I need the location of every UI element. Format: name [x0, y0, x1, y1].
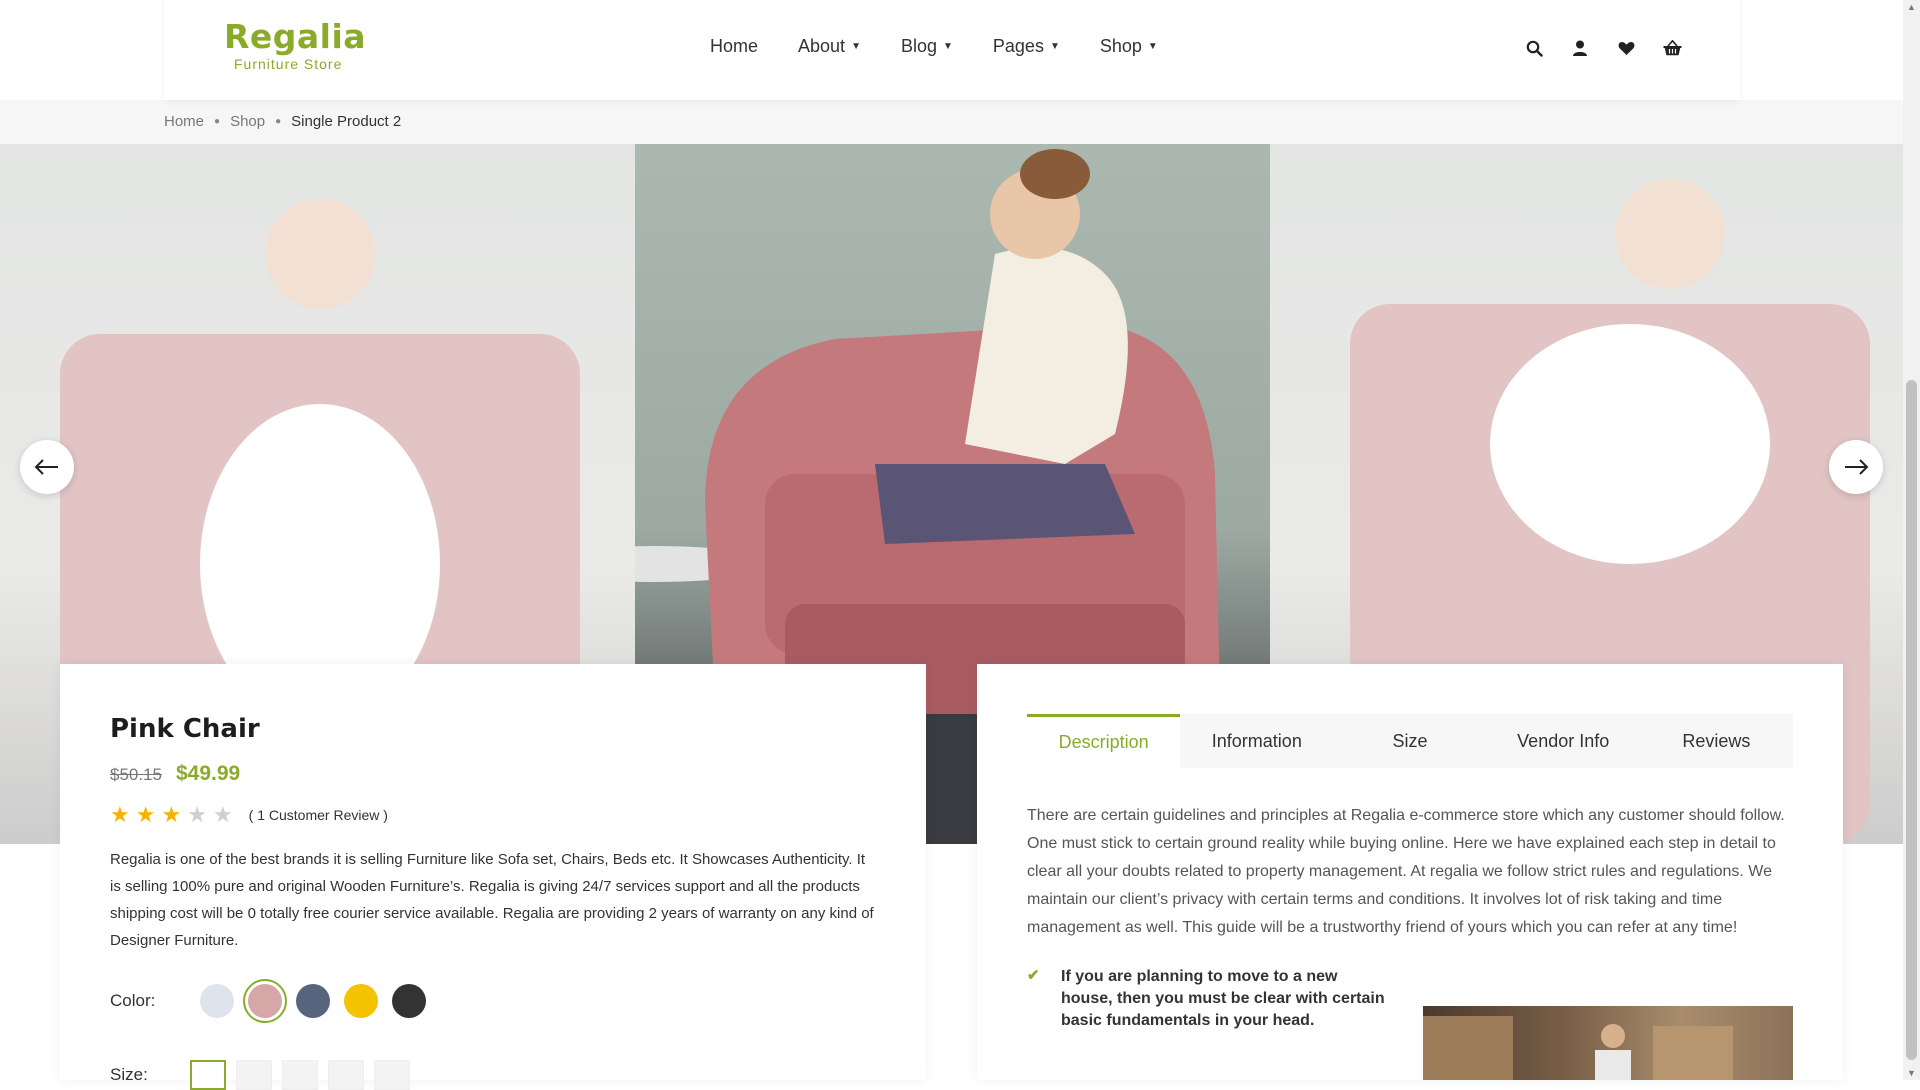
- description-text: There are certain guidelines and princip…: [1027, 807, 1785, 936]
- gallery-prev-button[interactable]: [20, 440, 74, 494]
- search-icon[interactable]: [1524, 38, 1544, 58]
- gallery-next-button[interactable]: [1829, 440, 1883, 494]
- color-swatches: [200, 979, 426, 1023]
- arrow-left-icon: [34, 459, 58, 475]
- tab-size[interactable]: Size: [1333, 714, 1486, 768]
- size-option[interactable]: [190, 1060, 226, 1090]
- scroll-up-icon[interactable]: ▲: [1907, 2, 1916, 12]
- site-header: Regalia Furniture Store Home About ▼ Blog…: [164, 0, 1740, 100]
- logo[interactable]: Regalia Furniture Store: [224, 17, 367, 73]
- price-row: $50.15 $49.99: [110, 762, 876, 786]
- breadcrumb-shop[interactable]: Shop: [230, 113, 265, 130]
- product-title: Pink Chair: [110, 714, 260, 744]
- rating-row: ★ ★ ★ ★ ★ ( 1 Customer Review ): [110, 804, 876, 826]
- nav-home[interactable]: Home: [710, 36, 758, 57]
- header-icons: [1524, 38, 1682, 58]
- breadcrumb: Home ● Shop ● Single Product 2: [164, 113, 401, 130]
- nav-blog[interactable]: Blog ▼: [901, 36, 953, 57]
- check-icon: ✔: [1027, 967, 1040, 984]
- breadcrumb-separator: ●: [275, 116, 282, 127]
- chevron-down-icon: ▼: [851, 41, 861, 52]
- page-scrollbar[interactable]: ▲ ▼: [1903, 0, 1920, 1080]
- star-icon: ★: [135, 802, 156, 827]
- product-tabs: Description Information Size Vendor Info…: [1027, 714, 1793, 768]
- star-icon: ★: [187, 802, 207, 827]
- star-icon: ★: [161, 802, 182, 827]
- product-description: Regalia is one of the best brands it is …: [110, 851, 874, 949]
- basket-icon[interactable]: [1662, 38, 1682, 58]
- moving-guide-image: [1423, 1006, 1793, 1080]
- nav-pages[interactable]: Pages ▼: [993, 36, 1060, 57]
- scroll-down-icon[interactable]: ▼: [1907, 1068, 1916, 1078]
- breadcrumb-current: Single Product 2: [291, 113, 402, 130]
- tab-vendor-info[interactable]: Vendor Info: [1487, 714, 1640, 768]
- main-nav: Home About ▼ Blog ▼ Pages ▼ Shop ▼: [710, 36, 1158, 57]
- star-icon: ★: [110, 802, 130, 827]
- review-count-link[interactable]: ( 1 Customer Review ): [249, 807, 388, 823]
- tab-description[interactable]: Description: [1027, 714, 1181, 768]
- color-swatch[interactable]: [344, 984, 378, 1018]
- logo-tagline: Furniture Store: [234, 56, 343, 72]
- scrollbar-thumb[interactable]: [1906, 380, 1917, 1060]
- product-tabs-card: Description Information Size Vendor Info…: [977, 664, 1843, 1080]
- color-swatch[interactable]: [392, 984, 426, 1018]
- heart-icon[interactable]: [1616, 38, 1636, 58]
- size-selector: Size:: [110, 1060, 410, 1090]
- size-option[interactable]: [374, 1060, 410, 1090]
- chevron-down-icon: ▼: [943, 41, 953, 52]
- nav-shop[interactable]: Shop ▼: [1100, 36, 1158, 57]
- chevron-down-icon: ▼: [1147, 41, 1158, 52]
- product-info-card: Pink Chair $50.15 $49.99 ★ ★ ★ ★ ★ ( 1 Custo…: [60, 664, 926, 1090]
- nav-about[interactable]: About ▼: [798, 36, 861, 57]
- tab-reviews[interactable]: Reviews: [1640, 714, 1793, 768]
- size-option[interactable]: [282, 1060, 318, 1090]
- color-swatch[interactable]: [296, 984, 330, 1018]
- color-swatch[interactable]: [243, 979, 287, 1023]
- sale-price: $49.99: [176, 762, 241, 785]
- arrow-right-icon: [1845, 459, 1869, 475]
- size-label: Size:: [110, 1065, 148, 1084]
- size-option[interactable]: [328, 1060, 364, 1090]
- feature-text: If you are planning to move to a new hou…: [1061, 968, 1385, 1029]
- star-icon: ★: [212, 802, 233, 827]
- color-swatch[interactable]: [200, 984, 234, 1018]
- tab-information[interactable]: Information: [1180, 714, 1333, 768]
- breadcrumb-separator: ●: [214, 116, 221, 127]
- breadcrumb-home[interactable]: Home: [164, 113, 204, 130]
- color-selector: Color:: [110, 979, 876, 1023]
- color-label: Color:: [110, 991, 156, 1010]
- star-rating: ★ ★ ★ ★ ★: [110, 804, 233, 826]
- breadcrumb-bar: Home ● Shop ● Single Product 2: [0, 100, 1903, 144]
- logo-name: Regalia: [224, 17, 367, 56]
- user-icon[interactable]: [1570, 38, 1590, 58]
- size-option[interactable]: [236, 1060, 272, 1090]
- chevron-down-icon: ▼: [1049, 41, 1060, 52]
- old-price: $50.15: [110, 765, 162, 784]
